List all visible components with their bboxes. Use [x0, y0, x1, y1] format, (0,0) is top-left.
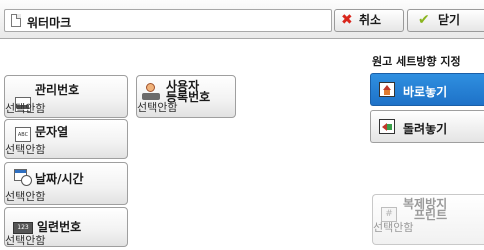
serial-number-status: 선택안함: [5, 234, 46, 247]
serial-number-button[interactable]: 123 일련번호 선택안함: [4, 207, 128, 247]
copy-protect-status: 선택안함: [373, 221, 414, 234]
control-number-status: 선택안함: [5, 102, 46, 115]
close-label: 닫기: [438, 13, 461, 27]
text-abc-icon: ABC: [15, 127, 31, 142]
user-id-button[interactable]: 사용자 등록번호 선택안함: [136, 75, 236, 118]
string-label: 문자열: [35, 125, 69, 139]
user-id-status: 선택안함: [137, 101, 178, 114]
copy-protect-label-line2: 프린트: [414, 208, 448, 222]
cancel-button[interactable]: ✖ 취소: [334, 9, 404, 32]
close-button[interactable]: ✔ 닫기: [407, 9, 484, 32]
control-number-label: 관리번호: [35, 83, 80, 97]
header-bar: 워터마크 ✖ 취소 ✔ 닫기: [0, 0, 484, 39]
page-title: 워터마크: [27, 16, 72, 30]
close-x-icon: ✖: [341, 12, 353, 28]
date-time-label: 날짜/시간: [35, 172, 84, 186]
control-number-button[interactable]: 관리번호 선택안함: [4, 75, 128, 118]
rotated-house-icon: [379, 119, 395, 134]
string-status: 선택안함: [5, 143, 46, 156]
calendar-clock-icon: [14, 169, 32, 186]
copy-protect-print-button[interactable]: # 복제방지 프린트 선택안함: [372, 194, 484, 245]
date-time-status: 선택안함: [5, 190, 46, 203]
user-id-icon: [142, 83, 160, 101]
serial-number-icon: 123: [13, 222, 33, 234]
serial-number-label: 일련번호: [37, 220, 82, 234]
string-button[interactable]: ABC 문자열 선택안함: [4, 119, 128, 159]
orientation-upright-label: 바로놓기: [403, 85, 448, 99]
date-time-button[interactable]: 날짜/시간 선택안함: [4, 162, 128, 205]
orientation-option-upright[interactable]: 바로놓기: [370, 73, 484, 106]
orientation-rotated-label: 돌려놓기: [403, 122, 448, 136]
document-icon: [11, 14, 21, 27]
cancel-label: 취소: [359, 13, 382, 27]
screen-title-box: 워터마크: [4, 9, 332, 32]
orientation-section-title: 원고 세트방향 지정: [372, 55, 461, 68]
checkmark-icon: ✔: [418, 12, 430, 28]
copy-protect-icon: #: [381, 207, 397, 222]
orientation-option-rotated[interactable]: 돌려놓기: [370, 110, 484, 143]
upright-house-icon: [379, 82, 395, 97]
